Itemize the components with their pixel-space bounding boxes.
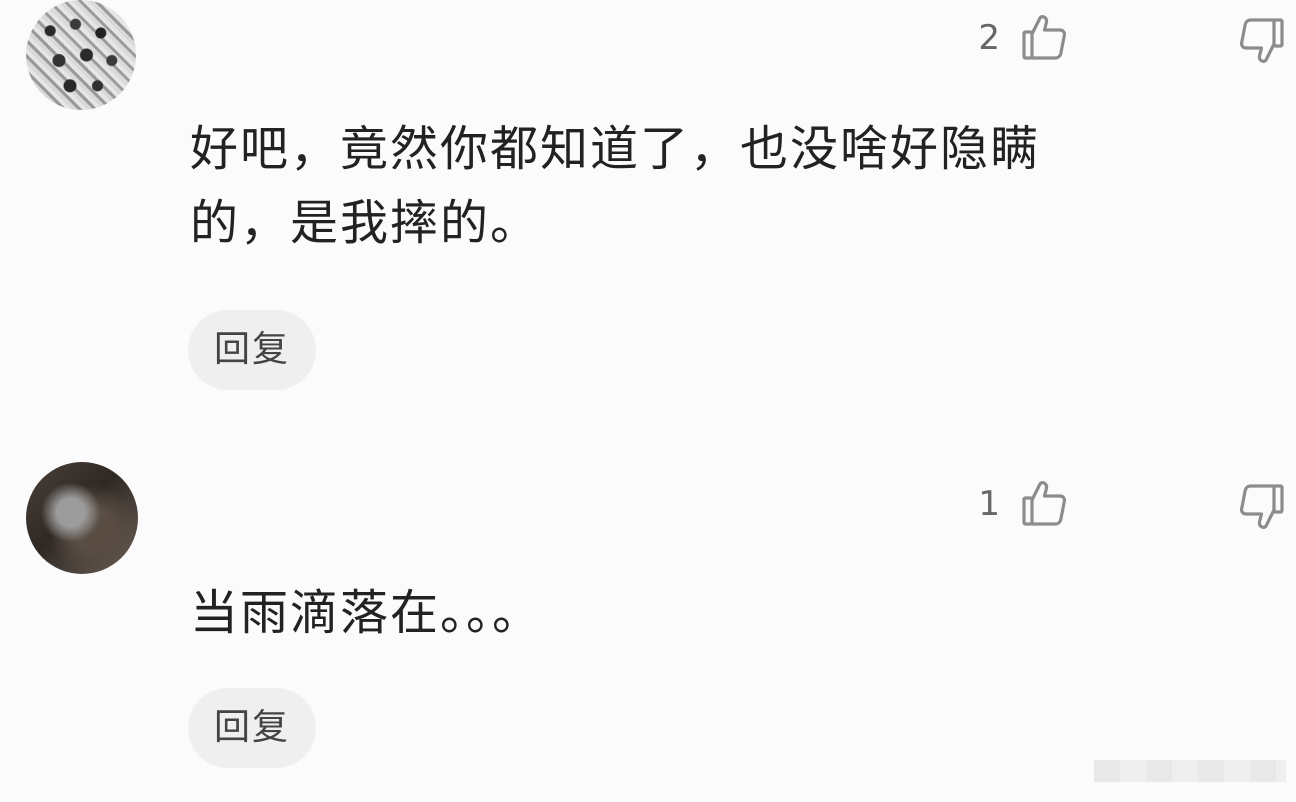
- thumbs-up-icon: [1018, 10, 1072, 64]
- reply-button[interactable]: 回复: [188, 310, 316, 390]
- like-count: 1: [978, 484, 1000, 524]
- like-count: 2: [978, 18, 1000, 58]
- comment-item: 2 好吧，竟然你都知道了，也没啥好隐瞒 的，是我摔的。 回复: [0, 0, 1296, 420]
- dislike-button[interactable]: [1234, 480, 1288, 534]
- dislike-button[interactable]: [1234, 14, 1288, 68]
- thumbs-down-icon: [1234, 14, 1288, 68]
- avatar[interactable]: [26, 462, 138, 574]
- reply-button[interactable]: 回复: [188, 688, 316, 768]
- comment-item: 1 当雨滴落在。。。 回复: [0, 460, 1296, 802]
- thumbs-down-icon: [1234, 480, 1288, 534]
- watermark: [1094, 760, 1286, 782]
- like-button[interactable]: [1018, 476, 1072, 530]
- like-button[interactable]: [1018, 10, 1072, 64]
- comment-text-line: 的，是我摔的。: [190, 195, 541, 251]
- thumbs-up-icon: [1018, 476, 1072, 530]
- comment-text-line: 好吧，竟然你都知道了，也没啥好隐瞒: [190, 121, 1041, 177]
- comment-text: 当雨滴落在。。。: [190, 576, 1190, 650]
- comment-text: 好吧，竟然你都知道了，也没啥好隐瞒 的，是我摔的。: [190, 112, 1190, 260]
- comment-text-line: 当雨滴落在。。。: [190, 585, 543, 641]
- avatar[interactable]: [26, 0, 136, 110]
